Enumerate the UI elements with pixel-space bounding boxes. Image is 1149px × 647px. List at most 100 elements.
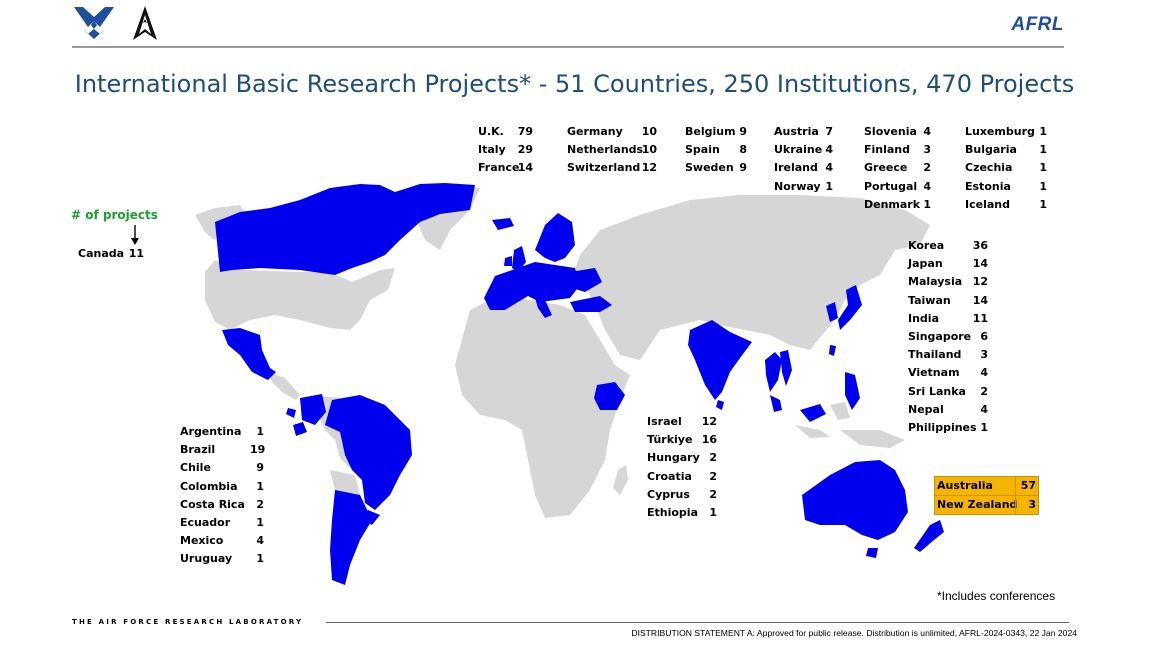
iceland-shape bbox=[492, 218, 514, 230]
project-count: 2 bbox=[709, 451, 717, 465]
project-count: 2 bbox=[709, 469, 717, 483]
project-count: 14 bbox=[517, 161, 533, 175]
legend-arrow-icon bbox=[131, 225, 139, 245]
country-name: Chile bbox=[180, 461, 211, 475]
project-count: 4 bbox=[825, 161, 833, 175]
project-count: 19 bbox=[250, 443, 266, 457]
europe-column-5: Slovenia 4 Finland 3 Greece 2 Portugal 4 Den… bbox=[864, 123, 931, 214]
country-name: Croatia bbox=[647, 469, 692, 483]
footer-divider bbox=[326, 622, 1069, 623]
country-name: Japan bbox=[908, 257, 943, 271]
project-count: 1 bbox=[1039, 125, 1047, 138]
project-count: 2 bbox=[709, 487, 717, 501]
country-name: Canada bbox=[78, 247, 125, 260]
project-count: 36 bbox=[972, 239, 988, 252]
project-count: 4 bbox=[980, 402, 988, 416]
country-name: Slovenia bbox=[864, 125, 917, 138]
europe-column-3: Belgium 9 Spain 8 Sweden 9 bbox=[685, 123, 747, 178]
country-name: Thailand bbox=[908, 348, 962, 362]
country-name: Hungary bbox=[647, 451, 700, 465]
project-count: 9 bbox=[739, 161, 747, 175]
project-count: 29 bbox=[517, 143, 533, 157]
new-zealand-shape bbox=[914, 520, 944, 552]
country-name: Argentina bbox=[180, 425, 242, 438]
country-name: Austria bbox=[774, 125, 819, 138]
project-count: 12 bbox=[701, 415, 717, 428]
project-count: 12 bbox=[641, 161, 657, 175]
country-name: U.K. bbox=[478, 125, 504, 138]
project-count: 14 bbox=[972, 257, 988, 271]
malaysia-borneo-shape bbox=[800, 404, 826, 422]
country-name: Sri Lanka bbox=[908, 384, 966, 398]
country-name: Korea bbox=[908, 239, 945, 252]
country-name: Germany bbox=[567, 125, 623, 138]
project-count: 1 bbox=[1039, 161, 1047, 175]
country-name: Cyprus bbox=[647, 487, 690, 501]
ecuador-shape bbox=[293, 422, 307, 436]
project-count: 1 bbox=[1039, 197, 1047, 211]
project-count: 1 bbox=[825, 179, 833, 193]
project-count: 1 bbox=[1039, 179, 1047, 193]
project-count: 4 bbox=[923, 125, 931, 138]
asia-table: Korea 36 Japan 14 Malaysia 12 Taiwan 14 Indi… bbox=[908, 237, 988, 437]
project-count: 1 bbox=[980, 421, 988, 435]
project-count: 14 bbox=[972, 293, 988, 307]
country-name: Ukraine bbox=[774, 143, 823, 157]
project-count: 3 bbox=[1015, 496, 1038, 515]
project-count: 6 bbox=[980, 330, 988, 344]
project-count: 12 bbox=[972, 275, 988, 289]
country-name: Vietnam bbox=[908, 366, 960, 380]
footer-lab-name: THE AIR FORCE RESEARCH LABORATORY bbox=[72, 618, 304, 626]
country-name: Luxemburg bbox=[965, 125, 1035, 138]
country-name: New Zealand bbox=[937, 498, 1018, 512]
project-count: 10 bbox=[641, 143, 657, 157]
country-name: Ecuador bbox=[180, 516, 231, 530]
country-name: Colombia bbox=[180, 479, 238, 493]
project-count: 79 bbox=[517, 125, 533, 138]
project-count: 11 bbox=[128, 247, 144, 260]
project-count: 11 bbox=[972, 311, 988, 325]
project-count: 4 bbox=[256, 534, 264, 548]
project-count: 1 bbox=[256, 479, 264, 493]
country-name: Malaysia bbox=[908, 275, 963, 289]
project-count: 2 bbox=[256, 497, 264, 511]
table-row: Australia 57 bbox=[934, 476, 1039, 497]
europe-column-2: Germany 10 Netherlands 10 Switzerland 12 bbox=[567, 123, 657, 178]
project-count: 4 bbox=[980, 366, 988, 380]
project-count: 1 bbox=[709, 506, 717, 520]
scandinavia-shape bbox=[535, 213, 575, 262]
sri-lanka-shape bbox=[716, 400, 724, 410]
country-name: Uruguay bbox=[180, 552, 233, 566]
project-count: 2 bbox=[923, 161, 931, 175]
country-name: Ethiopia bbox=[647, 506, 698, 520]
ireland-shape bbox=[504, 256, 512, 266]
country-name: India bbox=[908, 311, 939, 325]
project-count: 1 bbox=[1039, 143, 1047, 157]
country-name: Norway bbox=[774, 179, 821, 193]
country-name: Denmark bbox=[864, 197, 921, 211]
middle-east-table: Israel 12 Türkiye 16 Hungary 2 Croatia 2 Cyp… bbox=[647, 413, 717, 522]
country-name: Mexico bbox=[180, 534, 224, 548]
project-count: 1 bbox=[256, 516, 264, 530]
country-name: Spain bbox=[685, 143, 720, 157]
country-name: Switzerland bbox=[567, 161, 641, 175]
country-name: Estonia bbox=[965, 179, 1011, 193]
footnote: *Includes conferences bbox=[937, 589, 1056, 603]
australia-shape bbox=[802, 460, 908, 540]
country-name: Czechia bbox=[965, 161, 1013, 175]
philippines-shape bbox=[845, 372, 860, 410]
project-count: 10 bbox=[641, 125, 657, 138]
tasmania-shape bbox=[866, 548, 878, 558]
country-name: Sweden bbox=[685, 161, 734, 175]
country-name: Portugal bbox=[864, 179, 918, 193]
country-name: Greece bbox=[864, 161, 908, 175]
thailand-shape bbox=[765, 352, 782, 392]
canada-entry: Canada 11 bbox=[78, 245, 144, 263]
country-name: Costa Rica bbox=[180, 497, 245, 511]
country-name: Brazil bbox=[180, 443, 216, 457]
country-name: Netherlands bbox=[567, 143, 644, 157]
india-shape bbox=[688, 320, 752, 400]
project-count: 9 bbox=[256, 461, 264, 475]
project-count: 4 bbox=[923, 179, 931, 193]
country-name: Taiwan bbox=[908, 293, 951, 307]
